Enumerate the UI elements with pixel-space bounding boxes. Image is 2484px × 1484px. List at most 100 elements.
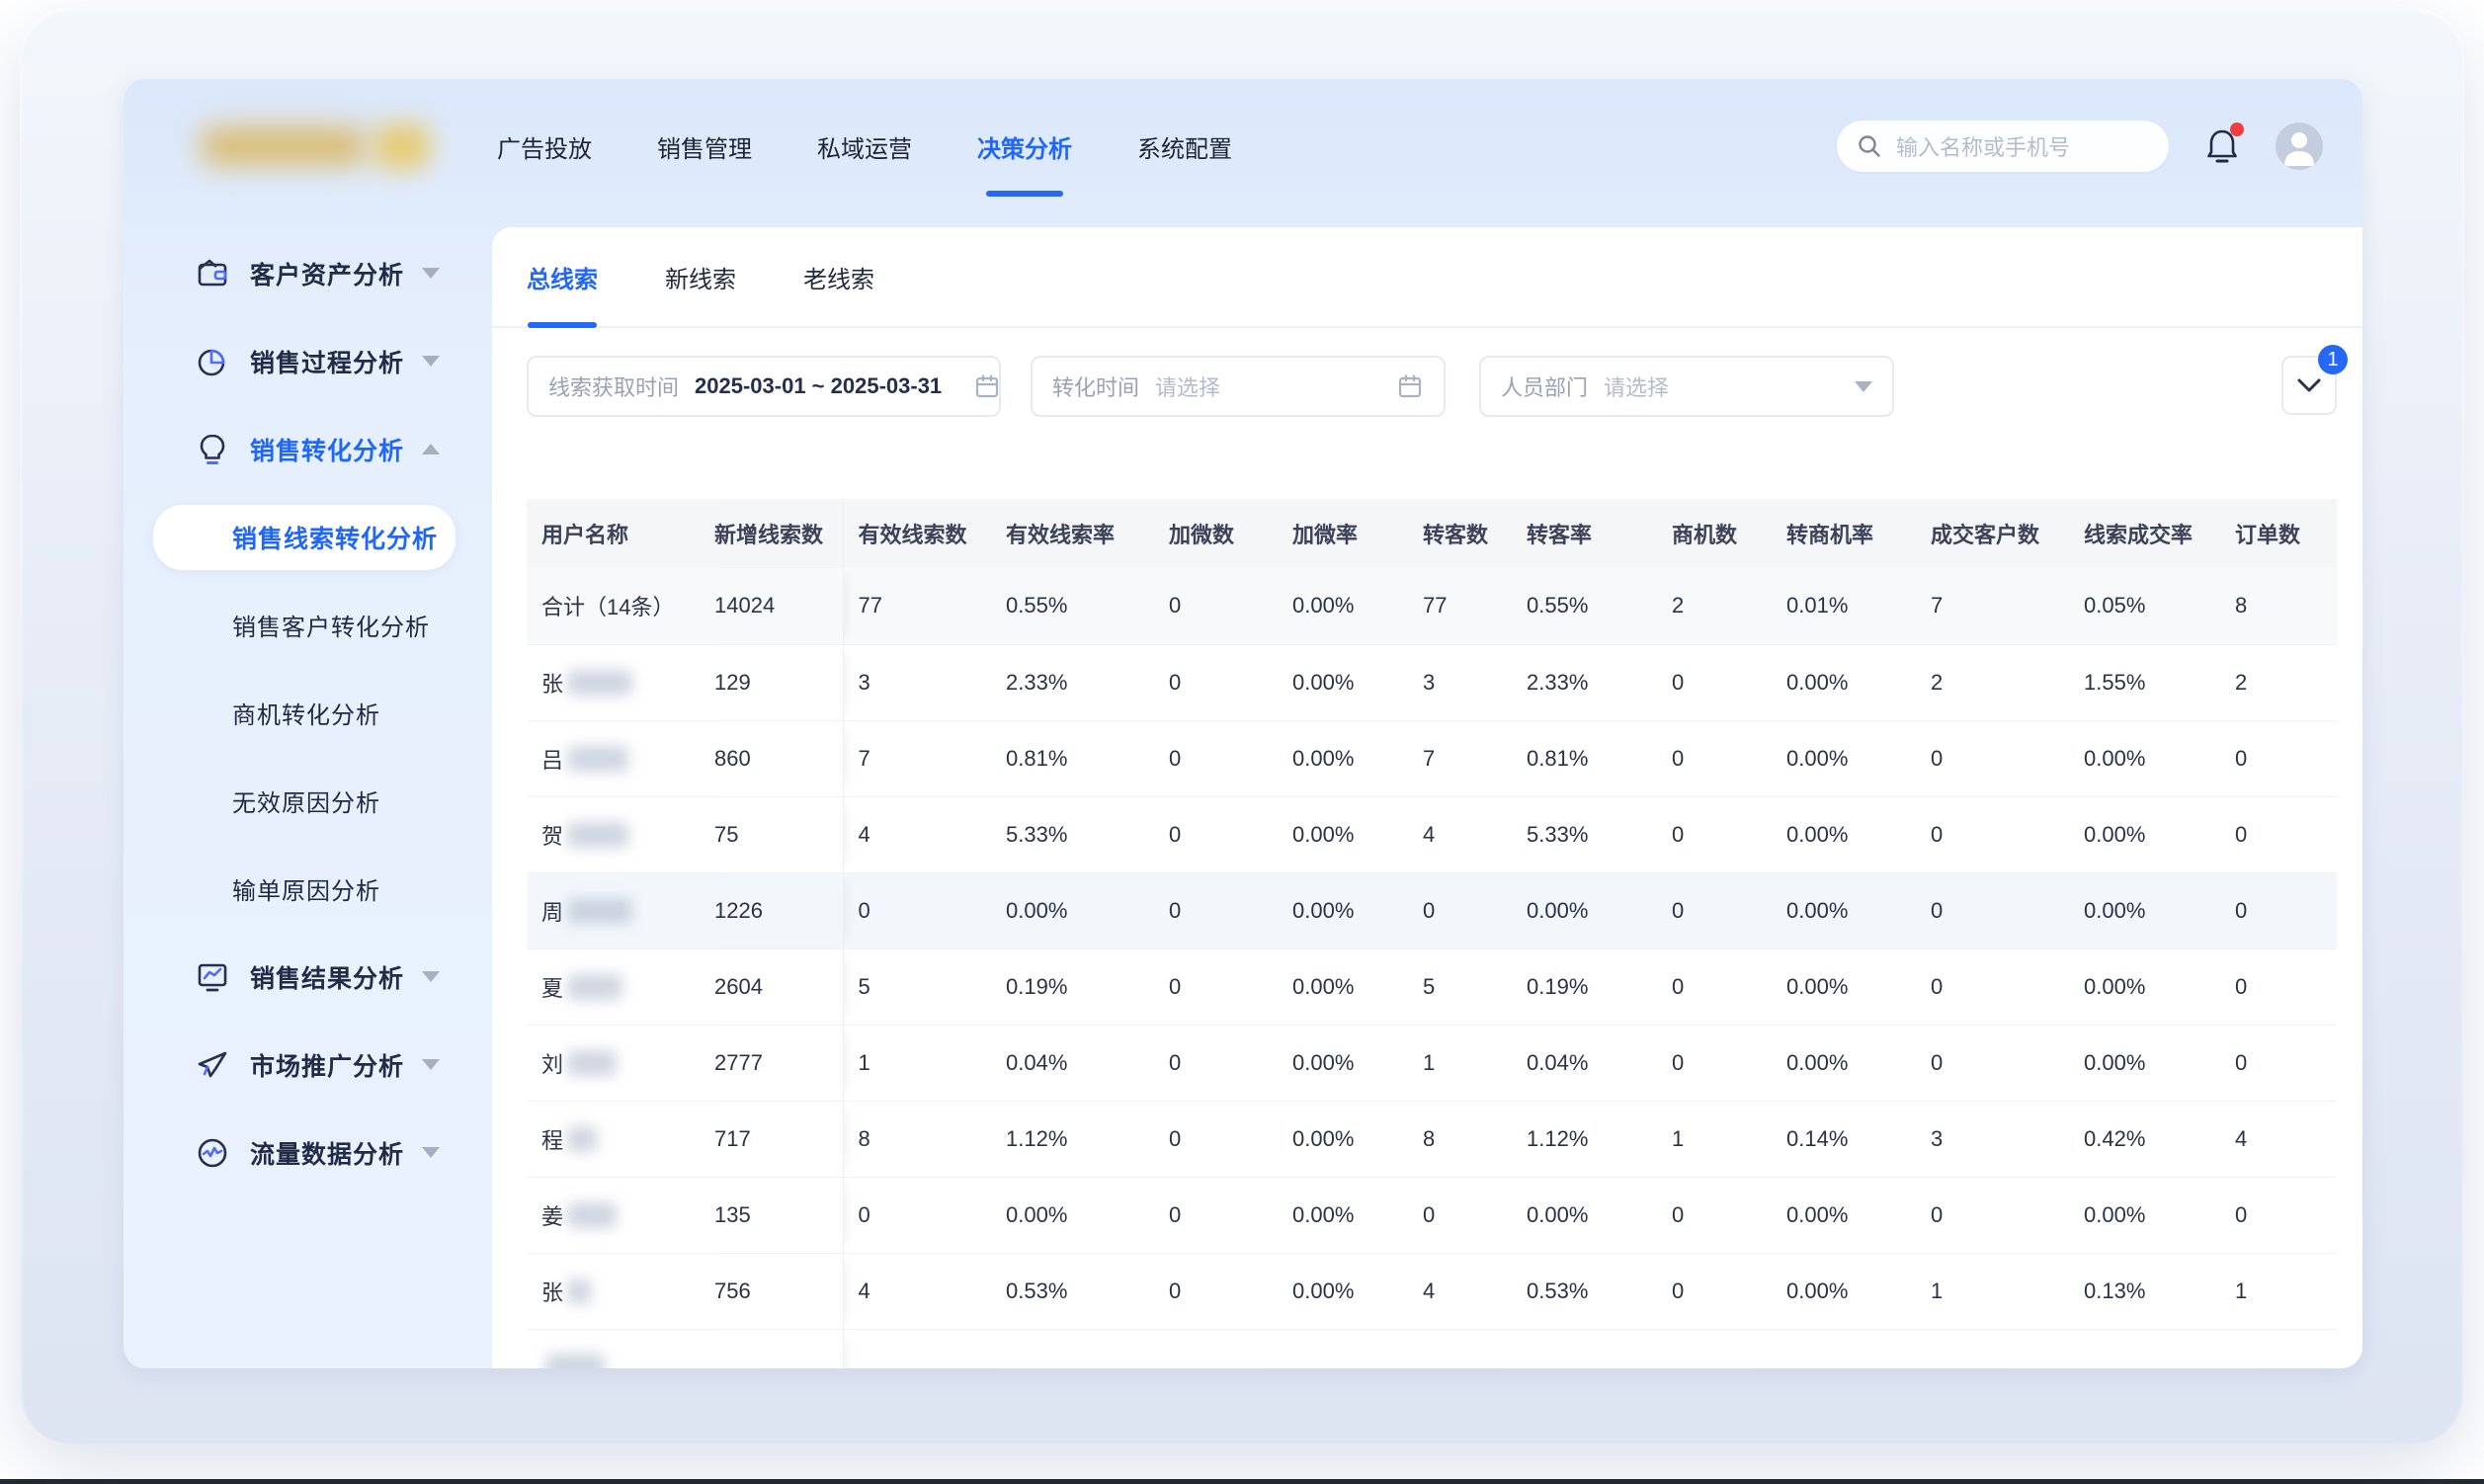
cell-7 xyxy=(1657,1329,1772,1368)
column-header-11: 线索成交率 xyxy=(2069,499,2220,568)
user-avatar[interactable] xyxy=(2276,123,2323,170)
cell-4: 0.00% xyxy=(1278,1101,1408,1177)
cell-8: 0.00% xyxy=(1772,872,1916,948)
notification-bell-icon[interactable] xyxy=(2202,124,2242,168)
column-header-6: 转客数 xyxy=(1408,499,1512,568)
filter-1[interactable]: 转化时间请选择 xyxy=(1031,356,1446,417)
table-header-row: 用户名称新增线索数有效线索数有效线索率加微数加微率转客数转客率商机数转商机率成交… xyxy=(527,499,2337,568)
cell-9: 0 xyxy=(1916,720,2069,796)
cell-1: 3 xyxy=(843,644,991,720)
cell-0: 717 xyxy=(700,1101,843,1177)
cell-0: 2777 xyxy=(700,1025,843,1101)
filter-collapse-button[interactable]: 1 xyxy=(2281,356,2337,415)
chevron-down-icon xyxy=(422,268,440,279)
sidebar-item-4[interactable]: 市场推广分析 xyxy=(124,1021,492,1109)
cell-10: 0.00% xyxy=(2069,720,2220,796)
cell-6: 0.00% xyxy=(1512,1177,1657,1253)
sidebar-subitem-2[interactable]: 商机转化分析 xyxy=(124,669,492,757)
cell-5: 5 xyxy=(1408,948,1512,1025)
cell-user-name: 吕 xyxy=(527,720,700,796)
main-panel: 总线索新线索老线索 线索获取时间2025-03-01 ~ 2025-03-31 转… xyxy=(492,227,2362,1368)
tab-1[interactable]: 新线索 xyxy=(665,227,736,326)
cell-11: 8 xyxy=(2220,568,2337,644)
cell-9: 0 xyxy=(1916,796,2069,872)
cell-0: 129 xyxy=(700,644,843,720)
cell-5: 7 xyxy=(1408,720,1512,796)
column-header-8: 商机数 xyxy=(1657,499,1772,568)
table-row: 吕86070.81%00.00%70.81%00.00%00.00%0 xyxy=(527,720,2337,796)
wallet-icon xyxy=(195,256,230,291)
redacted-name xyxy=(567,1202,617,1228)
redacted-name xyxy=(567,974,622,1000)
cell-6: 0.53% xyxy=(1512,1253,1657,1329)
table-row: 张12932.33%00.00%32.33%00.00%21.55%2 xyxy=(527,644,2337,720)
cell-3: 0 xyxy=(1154,1177,1278,1253)
cell-1: 8 xyxy=(843,1101,991,1177)
cell-10: 0.42% xyxy=(2069,1101,2220,1177)
app-body: 客户资产分析销售过程分析销售转化分析销售线索转化分析销售客户转化分析商机转化分析… xyxy=(124,227,2362,1368)
top-nav-item-1[interactable]: 销售管理 xyxy=(657,104,752,189)
cell-7: 0 xyxy=(1657,1025,1772,1101)
sidebar-item-label: 流量数据分析 xyxy=(250,1135,404,1171)
cell-8: 0.00% xyxy=(1772,796,1916,872)
cell-5: 3 xyxy=(1408,644,1512,720)
cell-1: 77 xyxy=(843,568,991,644)
redacted-name xyxy=(567,898,632,924)
cell-10: 0.13% xyxy=(2069,1253,2220,1329)
device-base xyxy=(0,1479,2484,1484)
cell-user-name: 夏 xyxy=(527,948,700,1025)
filter-2[interactable]: 人员部门请选择 xyxy=(1479,356,1894,417)
cell-user-name: 姜 xyxy=(527,1177,700,1253)
cell-4: 0.00% xyxy=(1278,796,1408,872)
sidebar-item-0[interactable]: 客户资产分析 xyxy=(124,229,492,317)
tab-2[interactable]: 老线索 xyxy=(803,227,874,326)
sidebar-subitem-active[interactable]: 销售线索转化分析 xyxy=(153,505,455,570)
sidebar-item-3[interactable]: 销售结果分析 xyxy=(124,933,492,1021)
sidebar-subitem-4[interactable]: 输单原因分析 xyxy=(124,845,492,933)
tab-0[interactable]: 总线索 xyxy=(527,227,598,326)
sidebar-item-2[interactable]: 销售转化分析 xyxy=(124,405,492,493)
cell-3: 0 xyxy=(1154,644,1278,720)
cell-2: 0.19% xyxy=(991,948,1154,1025)
sidebar-item-5[interactable]: 流量数据分析 xyxy=(124,1109,492,1196)
cell-8: 0.00% xyxy=(1772,948,1916,1025)
cell-3: 0 xyxy=(1154,1025,1278,1101)
filter-0[interactable]: 线索获取时间2025-03-01 ~ 2025-03-31 xyxy=(527,356,1001,417)
cell-user-name xyxy=(527,1329,700,1368)
cell-10: 0.00% xyxy=(2069,948,2220,1025)
global-search-input[interactable]: 输入名称或手机号 xyxy=(1837,121,2169,172)
cell-6: 5.33% xyxy=(1512,796,1657,872)
cell-3 xyxy=(1154,1329,1278,1368)
filter-count-badge: 1 xyxy=(2318,345,2348,374)
cell-8: 0.14% xyxy=(1772,1101,1916,1177)
cell-7: 0 xyxy=(1657,720,1772,796)
chevron-down-icon xyxy=(422,1059,440,1070)
top-nav-item-2[interactable]: 私域运营 xyxy=(817,104,912,189)
top-nav-item-3[interactable]: 决策分析 xyxy=(977,104,1072,189)
dropdown-arrow-icon xyxy=(1855,381,1872,392)
cell-3: 0 xyxy=(1154,948,1278,1025)
sidebar-item-1[interactable]: 销售过程分析 xyxy=(124,317,492,405)
cell-4: 0.00% xyxy=(1278,948,1408,1025)
cell-6: 0.55% xyxy=(1512,568,1657,644)
calendar-icon xyxy=(973,372,1001,400)
cell-4 xyxy=(1278,1329,1408,1368)
sidebar-subitem-3[interactable]: 无效原因分析 xyxy=(124,757,492,845)
cell-10 xyxy=(2069,1329,2220,1368)
column-header-2: 有效线索数 xyxy=(843,499,991,568)
cell-4: 0.00% xyxy=(1278,1025,1408,1101)
sidebar-subitem-1[interactable]: 销售客户转化分析 xyxy=(124,581,492,669)
brand-logo xyxy=(195,120,442,173)
cell-2: 0.81% xyxy=(991,720,1154,796)
summary-row: 合计（14条）14024770.55%00.00%770.55%20.01%70… xyxy=(527,568,2337,644)
cell-5: 4 xyxy=(1408,796,1512,872)
redacted-name xyxy=(567,670,632,696)
cell-user-name: 合计（14条） xyxy=(527,568,700,644)
top-nav-item-4[interactable]: 系统配置 xyxy=(1137,104,1232,189)
top-nav-item-0[interactable]: 广告投放 xyxy=(497,104,592,189)
cell-2: 0.00% xyxy=(991,1177,1154,1253)
column-header-3: 有效线索率 xyxy=(991,499,1154,568)
cell-4: 0.00% xyxy=(1278,872,1408,948)
cell-10: 0.00% xyxy=(2069,796,2220,872)
cell-5: 1 xyxy=(1408,1025,1512,1101)
